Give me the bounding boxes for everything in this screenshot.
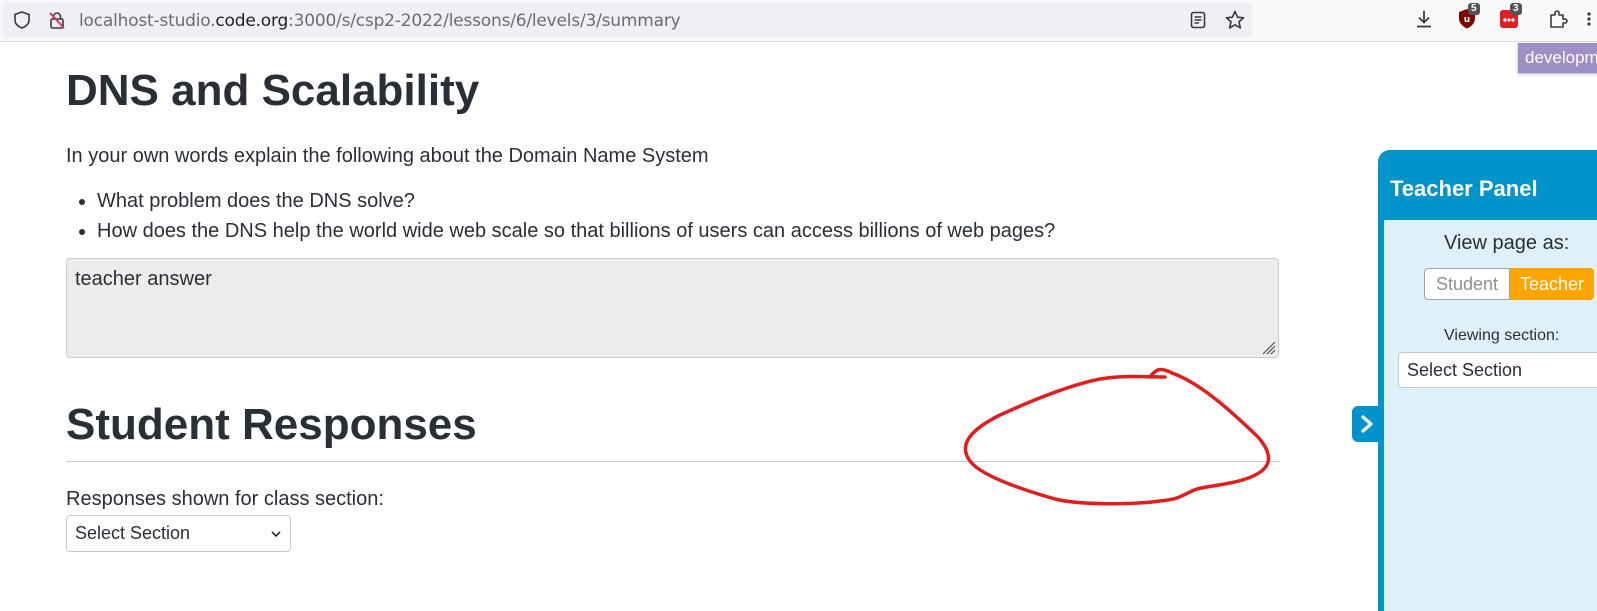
chevron-down-icon (271, 531, 281, 538)
question-list: What problem does the DNS solve? How doe… (66, 186, 1055, 246)
select-value: Select Section (1407, 360, 1523, 380)
teacher-panel-title: Teacher Panel (1390, 176, 1538, 201)
list-item: How does the DNS help the world wide web… (97, 216, 1055, 246)
url-path: :3000/s/csp2-2022/lessons/6/levels/3/sum… (288, 11, 681, 31)
resize-grip-icon[interactable] (1260, 339, 1276, 355)
list-item: What problem does the DNS solve? (97, 186, 1055, 216)
url-host: code.org (215, 11, 289, 31)
section-divider (66, 461, 1279, 462)
environment-tag: developm (1518, 43, 1597, 73)
extensions-puzzle-icon[interactable] (1546, 7, 1570, 31)
student-responses-title: Student Responses (66, 400, 477, 449)
menu-icon[interactable] (1582, 7, 1596, 31)
answer-textarea[interactable]: teacher answer (66, 258, 1279, 358)
page-title: DNS and Scalability (66, 66, 480, 115)
teacher-panel: Teacher Panel View page as: Student Teac… (1378, 150, 1597, 611)
question-prompt: In your own words explain the following … (66, 145, 709, 167)
download-icon[interactable] (1412, 7, 1436, 31)
chevron-right-icon (1361, 415, 1373, 433)
view-page-as-label: View page as: (1444, 232, 1570, 254)
teacher-panel-body: View page as: Student Teacher Viewing se… (1384, 220, 1597, 611)
browser-toolbar: localhost-studio.code.org:3000/s/csp2-20… (0, 0, 1597, 42)
reader-view-icon[interactable] (1188, 10, 1208, 30)
insecure-lock-icon[interactable] (47, 10, 67, 30)
viewing-section-select[interactable]: Select Section (1398, 352, 1597, 388)
url-text[interactable]: localhost-studio.code.org:3000/s/csp2-20… (79, 11, 681, 31)
viewing-section-label: Viewing section: (1444, 327, 1560, 344)
responses-section-select[interactable]: Select Section (66, 515, 291, 552)
view-as-student-button[interactable]: Student (1424, 268, 1510, 300)
bookmark-star-icon[interactable] (1224, 9, 1246, 31)
address-bar[interactable]: localhost-studio.code.org:3000/s/csp2-20… (2, 2, 1252, 38)
responses-section-label: Responses shown for class section: (66, 488, 384, 510)
svg-text:u: u (1464, 15, 1470, 25)
todo-badge: 3 (1510, 3, 1522, 15)
view-as-teacher-button[interactable]: Teacher (1510, 268, 1594, 300)
ublock-badge: 5 (1468, 3, 1480, 15)
red-circle-annotation (963, 367, 1271, 506)
url-prefix: localhost-studio. (79, 11, 216, 31)
select-value: Select Section (75, 523, 191, 543)
answer-text: teacher answer (75, 268, 212, 290)
shield-icon[interactable] (12, 10, 32, 30)
